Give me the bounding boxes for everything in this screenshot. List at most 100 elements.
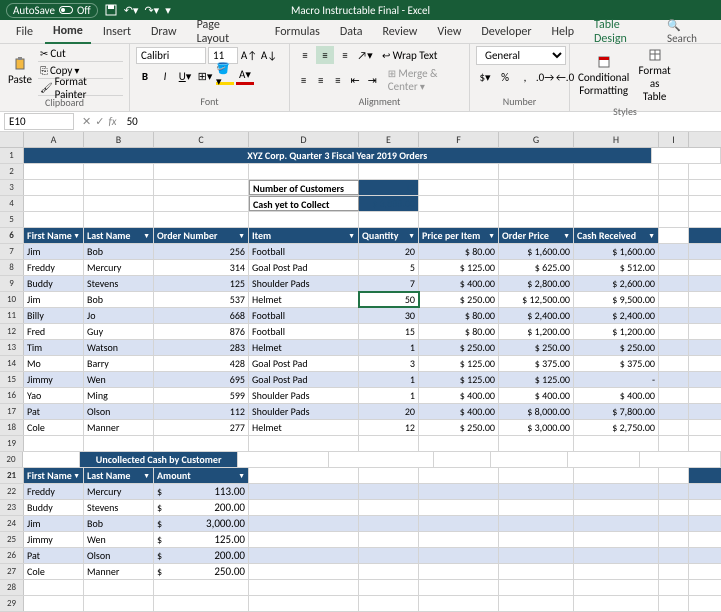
col-header-F[interactable]: F	[419, 132, 499, 147]
row-header[interactable]: 22	[0, 484, 24, 499]
cash-received[interactable]: $ 512.00	[574, 260, 659, 275]
cell[interactable]	[419, 212, 499, 227]
menu-tab-help[interactable]: Help	[544, 21, 583, 43]
cell[interactable]	[24, 164, 84, 179]
fill-color-button[interactable]: 🪣▾	[216, 67, 234, 85]
num-customers-value[interactable]: 12	[359, 180, 419, 195]
wrap-text-button[interactable]: ↩ Wrap Text	[382, 49, 437, 62]
unc-first-name[interactable]: Freddy	[24, 484, 84, 499]
item[interactable]: Helmet	[249, 420, 359, 435]
cell[interactable]	[574, 596, 659, 611]
cell[interactable]	[249, 500, 359, 515]
unc-first-name[interactable]: Pat	[24, 548, 84, 563]
underline-button[interactable]: U▾	[176, 67, 194, 85]
cell[interactable]	[574, 180, 659, 195]
autosave-toggle[interactable]: AutoSave Off	[6, 3, 98, 18]
cell[interactable]	[24, 196, 84, 211]
cell[interactable]	[659, 388, 689, 403]
comma-icon[interactable]: ,	[516, 68, 534, 86]
cell[interactable]	[419, 532, 499, 547]
cell[interactable]	[659, 548, 689, 563]
cell[interactable]	[574, 532, 659, 547]
cell[interactable]	[359, 500, 419, 515]
menu-tab-formulas[interactable]: Formulas	[267, 21, 328, 43]
col-header-G[interactable]: G	[499, 132, 574, 147]
unc-hdr-fn[interactable]: First Name ▼	[24, 468, 84, 483]
cell[interactable]	[499, 548, 574, 563]
table-header-2[interactable]: Order Number ▼	[154, 228, 249, 243]
order-price[interactable]: $ 3,000.00	[499, 420, 574, 435]
cell[interactable]	[359, 596, 419, 611]
first-name[interactable]: Freddy	[24, 260, 84, 275]
cell[interactable]	[238, 452, 329, 467]
search-button[interactable]: 🔍 Search	[667, 19, 713, 45]
cell[interactable]	[574, 548, 659, 563]
cell[interactable]	[659, 468, 689, 483]
price-per-item[interactable]: $ 250.00	[419, 292, 499, 307]
cell[interactable]	[359, 564, 419, 579]
price-per-item[interactable]: $ 125.00	[419, 260, 499, 275]
last-name[interactable]: Mercury	[84, 260, 154, 275]
unc-first-name[interactable]: Buddy	[24, 500, 84, 515]
align-middle-icon[interactable]: ≡	[316, 46, 334, 64]
row-header[interactable]: 17	[0, 404, 24, 419]
cell[interactable]	[499, 212, 574, 227]
price-per-item[interactable]: $ 400.00	[419, 276, 499, 291]
menu-tab-view[interactable]: View	[429, 21, 469, 43]
menu-tab-developer[interactable]: Developer	[473, 21, 539, 43]
row-header[interactable]: 10	[0, 292, 24, 307]
cell[interactable]	[640, 452, 721, 467]
row-header[interactable]: 12	[0, 324, 24, 339]
row-header[interactable]: 8	[0, 260, 24, 275]
uncollected-title[interactable]: Uncollected Cash by Customer	[80, 452, 238, 467]
cell[interactable]	[659, 196, 689, 211]
cell[interactable]	[659, 372, 689, 387]
unc-last-name[interactable]: Stevens	[84, 500, 154, 515]
menu-tab-review[interactable]: Review	[374, 21, 425, 43]
currency-icon[interactable]: $▾	[476, 68, 494, 86]
menu-tab-insert[interactable]: Insert	[95, 21, 139, 43]
quantity[interactable]: 20	[359, 244, 419, 259]
order-number[interactable]: 428	[154, 356, 249, 371]
cell[interactable]	[154, 180, 249, 195]
cell[interactable]	[659, 340, 689, 355]
item[interactable]: Football	[249, 244, 359, 259]
row-header[interactable]: 21	[0, 468, 24, 483]
cell[interactable]	[24, 180, 84, 195]
last-name[interactable]: Jo	[84, 308, 154, 323]
row-header[interactable]: 25	[0, 532, 24, 547]
order-price[interactable]: $ 400.00	[499, 388, 574, 403]
row-header[interactable]: 29	[0, 596, 24, 611]
cell[interactable]	[499, 164, 574, 179]
table-header-7[interactable]: Cash Received ▼	[574, 228, 659, 243]
cell[interactable]	[359, 548, 419, 563]
cash-collect-label[interactable]: Cash yet to Collect	[249, 196, 359, 211]
row-header[interactable]: 5	[0, 212, 24, 227]
table-header-6[interactable]: Order Price ▼	[499, 228, 574, 243]
last-name[interactable]: Ming	[84, 388, 154, 403]
cell[interactable]	[659, 532, 689, 547]
order-price[interactable]: $ 12,500.00	[499, 292, 574, 307]
cancel-formula-icon[interactable]: ✕	[82, 115, 91, 128]
cell[interactable]	[249, 564, 359, 579]
spreadsheet-grid[interactable]: 1XYZ Corp. Quarter 3 Fiscal Year 2019 Or…	[0, 148, 721, 612]
formula-bar[interactable]: 50	[121, 114, 721, 129]
decrease-indent-icon[interactable]: ⇤	[347, 71, 362, 89]
cell[interactable]	[24, 436, 84, 451]
cell[interactable]	[659, 260, 689, 275]
order-number[interactable]: 695	[154, 372, 249, 387]
last-name[interactable]: Bob	[84, 244, 154, 259]
enter-formula-icon[interactable]: ✓	[95, 115, 104, 128]
quantity[interactable]: 20	[359, 404, 419, 419]
cell[interactable]	[659, 564, 689, 579]
cell[interactable]	[491, 452, 568, 467]
quantity[interactable]: 1	[359, 340, 419, 355]
row-header[interactable]: 1	[0, 148, 24, 163]
item[interactable]: Helmet	[249, 340, 359, 355]
cell[interactable]	[419, 516, 499, 531]
cell[interactable]	[419, 500, 499, 515]
unc-last-name[interactable]: Mercury	[84, 484, 154, 499]
cell[interactable]	[24, 212, 84, 227]
quantity[interactable]: 3	[359, 356, 419, 371]
price-per-item[interactable]: $ 400.00	[419, 404, 499, 419]
